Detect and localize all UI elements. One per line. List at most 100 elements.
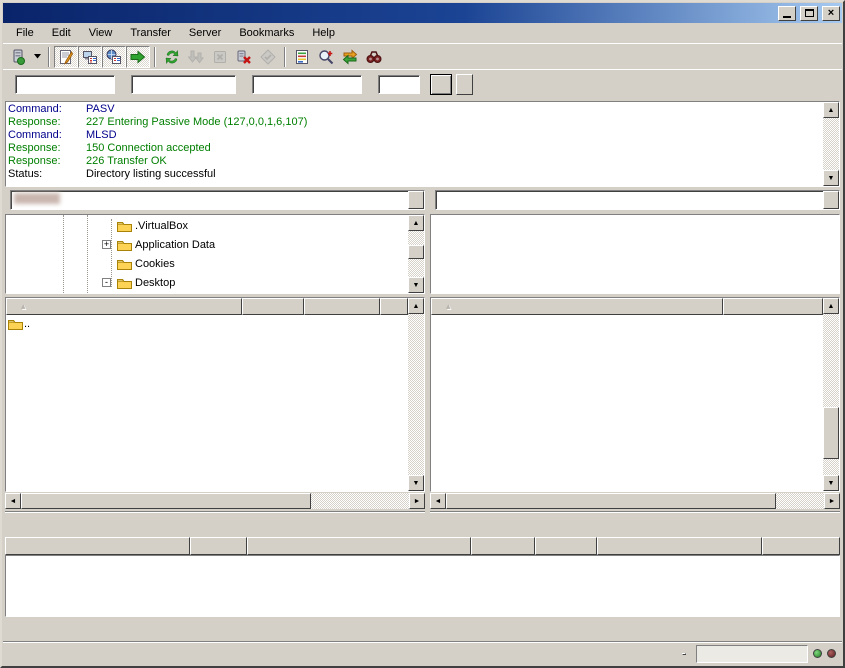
remote-horizontal-scrollbar[interactable]: ◄ ► (430, 493, 840, 509)
close-button[interactable]: × (822, 6, 840, 21)
column-header-last-modified[interactable] (380, 298, 408, 315)
column-header-size[interactable] (471, 537, 535, 555)
column-header-remote-file[interactable] (247, 537, 471, 555)
port-input[interactable] (378, 75, 420, 94)
folder-icon (115, 238, 133, 251)
title-bar[interactable]: × (3, 3, 842, 23)
scrollbar-thumb[interactable] (408, 245, 424, 259)
quickconnect-dropdown[interactable] (456, 74, 473, 95)
refresh-button[interactable] (160, 46, 184, 68)
maximize-button[interactable] (800, 6, 818, 21)
filter-button[interactable] (290, 46, 314, 68)
local-tree-icon (82, 49, 98, 65)
scroll-up-icon[interactable]: ▲ (408, 215, 424, 231)
find-button[interactable] (362, 46, 386, 68)
menu-item[interactable]: Help (303, 25, 344, 41)
column-header-filename[interactable]: ▴ (6, 298, 242, 315)
quickconnect-button[interactable] (430, 74, 452, 95)
local-site-combo[interactable] (10, 190, 425, 210)
sort-ascending-icon: ▴ (446, 301, 451, 312)
local-panel: .VirtualBox + Application Data Cookies (5, 189, 425, 531)
remote-site-combo[interactable] (435, 190, 840, 210)
tree-item[interactable]: .VirtualBox (6, 216, 408, 235)
compare-button[interactable] (314, 46, 338, 68)
scrollbar-thumb[interactable] (21, 493, 311, 509)
close-icon: × (828, 9, 834, 18)
tree-item[interactable]: Cookies (6, 254, 408, 273)
folder-icon (115, 257, 133, 270)
queue-list[interactable] (5, 555, 840, 617)
log-line: Response:227 Entering Passive Mode (127,… (8, 116, 821, 129)
scroll-down-icon[interactable]: ▼ (823, 170, 839, 186)
data-type-ascii-icon[interactable] (682, 653, 686, 655)
sort-ascending-icon: ▴ (21, 301, 26, 312)
toggle-local-tree-button[interactable] (78, 46, 102, 68)
username-input[interactable] (131, 75, 236, 94)
toggle-message-log-button[interactable] (54, 46, 78, 68)
folder-icon (6, 317, 24, 330)
column-header-filename[interactable]: ▴ (431, 298, 723, 315)
local-horizontal-scrollbar[interactable]: ◄ ► (5, 493, 425, 509)
log-line: Command:MLSD (8, 129, 821, 142)
local-tree-scrollbar[interactable]: ▲ ▼ (408, 215, 424, 293)
folder-icon (115, 276, 133, 289)
scrollbar-thumb[interactable] (446, 493, 776, 509)
queue-header (3, 537, 842, 555)
menu-item[interactable]: View (80, 25, 122, 41)
quickconnect-bar (3, 69, 842, 99)
menu-item[interactable]: Server (180, 25, 230, 41)
scroll-right-icon[interactable]: ► (409, 493, 425, 509)
site-manager-dropdown[interactable] (30, 46, 44, 68)
menu-item[interactable]: File (7, 25, 43, 41)
column-header-filesize[interactable] (242, 298, 304, 315)
scroll-left-icon[interactable]: ◄ (430, 493, 446, 509)
disconnect-icon (236, 49, 252, 65)
tree-item[interactable]: + Application Data (6, 235, 408, 254)
toggle-transfer-queue-button[interactable] (126, 46, 150, 68)
tree-expander[interactable]: + (102, 240, 111, 249)
menu-item[interactable]: Bookmarks (230, 25, 303, 41)
..[interactable]: .. (6, 315, 408, 332)
log-scrollbar[interactable]: ▲ ▼ (823, 102, 839, 186)
cancel-icon (212, 49, 228, 65)
filter-icon (294, 49, 310, 65)
tree-expander[interactable]: - (102, 278, 111, 287)
toggle-remote-tree-button[interactable] (102, 46, 126, 68)
column-header-filesize[interactable] (723, 298, 823, 315)
tree-item[interactable]: - Desktop (6, 273, 408, 292)
minimize-icon (783, 16, 791, 18)
menu-item[interactable]: Edit (43, 25, 80, 41)
scrollbar-thumb[interactable] (823, 407, 839, 459)
remote-site-dropdown[interactable] (823, 191, 839, 209)
menu-item[interactable]: Transfer (121, 25, 180, 41)
minimize-button[interactable] (778, 6, 796, 21)
scroll-right-icon[interactable]: ► (824, 493, 840, 509)
site-manager-button[interactable] (6, 46, 30, 68)
menu-bar: FileEditViewTransferServerBookmarksHelp (3, 23, 842, 43)
message-log: Command:PASVResponse:227 Entering Passiv… (5, 101, 840, 187)
scroll-up-icon[interactable]: ▲ (408, 298, 424, 314)
local-site-dropdown[interactable] (408, 191, 424, 209)
password-input[interactable] (252, 75, 362, 94)
scroll-left-icon[interactable]: ◄ (5, 493, 21, 509)
column-header-status[interactable] (597, 537, 762, 555)
column-header-priority[interactable] (535, 537, 597, 555)
chevron-down-icon (34, 54, 41, 59)
log-line: Command:PASV (8, 103, 821, 116)
column-header-filetype[interactable] (304, 298, 380, 315)
remote-list-scrollbar[interactable]: ▲ ▼ (823, 298, 839, 491)
column-header-server-local-file[interactable] (5, 537, 190, 555)
sync-browsing-button[interactable] (338, 46, 362, 68)
local-list-scrollbar[interactable]: ▲ ▼ (408, 298, 424, 491)
scroll-down-icon[interactable]: ▼ (823, 475, 839, 491)
scroll-up-icon[interactable]: ▲ (823, 298, 839, 314)
disconnect-button[interactable] (232, 46, 256, 68)
column-header-direction[interactable] (190, 537, 247, 555)
transfer-queue-icon (130, 49, 146, 65)
host-input[interactable] (15, 75, 115, 94)
scroll-down-icon[interactable]: ▼ (408, 277, 424, 293)
reconnect-button (256, 46, 280, 68)
toolbar-separator (48, 47, 50, 67)
scroll-down-icon[interactable]: ▼ (408, 475, 424, 491)
scroll-up-icon[interactable]: ▲ (823, 102, 839, 118)
